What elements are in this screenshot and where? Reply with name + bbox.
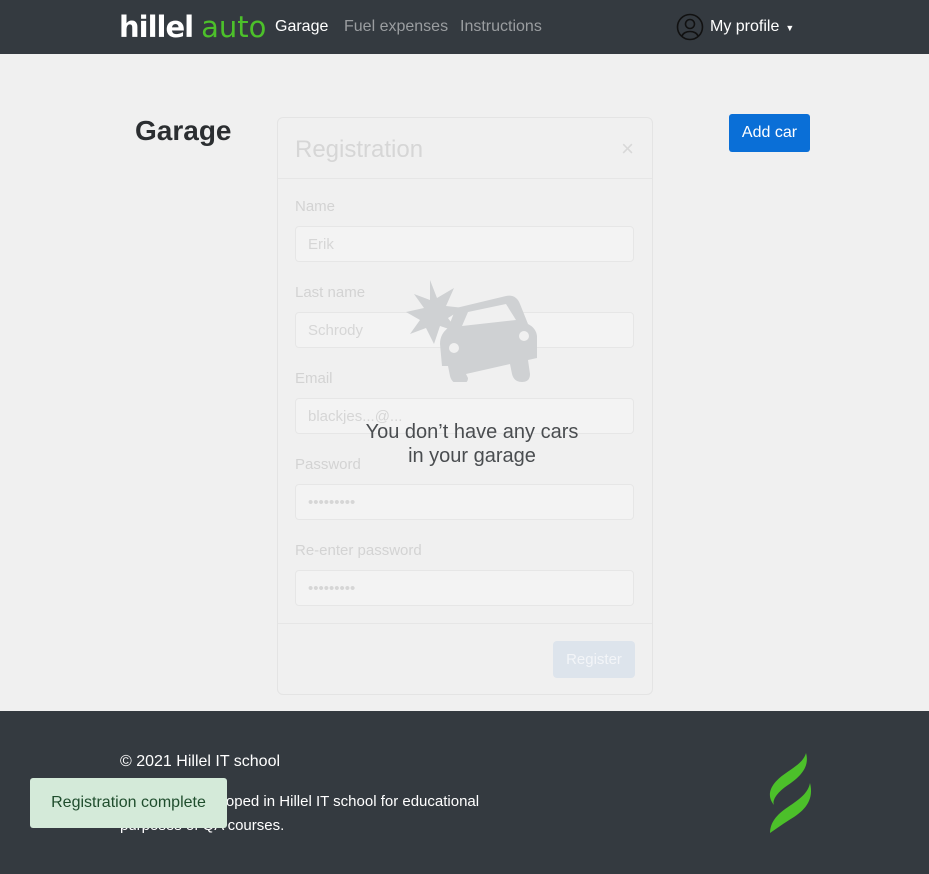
my-profile-dropdown[interactable]: My profile ▼: [676, 13, 794, 41]
reenter-password-field[interactable]: •••••••••: [295, 570, 634, 606]
empty-line-1: You don’t have any cars: [365, 421, 579, 443]
registration-complete-toast: Registration complete: [30, 778, 227, 828]
empty-garage-message: You don’t have any cars in your garage: [340, 278, 604, 468]
logo-auto-text: auto: [201, 10, 267, 44]
register-button[interactable]: Register: [553, 641, 635, 678]
name-label: Name: [295, 198, 336, 215]
hillel-auto-logo[interactable]: hillel auto: [119, 10, 266, 44]
caret-down-icon: ▼: [785, 23, 795, 33]
email-label: Email: [295, 370, 333, 387]
hillel-leaf-logo-icon: [769, 753, 812, 833]
empty-line-2: in your garage: [408, 445, 536, 467]
footer-copyright: © 2021 Hillel IT school: [120, 753, 281, 770]
car-crash-icon: [406, 280, 537, 382]
nav-link-instructions[interactable]: Instructions: [460, 18, 542, 36]
password-field[interactable]: •••••••••: [295, 484, 634, 520]
modal-header: Registration ×: [278, 118, 652, 179]
modal-title: Registration: [295, 136, 424, 163]
reenter-password-label: Re-enter password: [295, 542, 422, 559]
add-car-button[interactable]: Add car: [729, 114, 810, 152]
close-icon[interactable]: ×: [621, 136, 634, 162]
logo-hillel-text: hillel: [119, 10, 194, 44]
name-field[interactable]: Erik: [295, 226, 634, 262]
top-navbar: hillel auto Garage Fuel expenses Instruc…: [0, 0, 929, 54]
page-title: Garage: [135, 115, 232, 146]
my-profile-label: My profile: [710, 18, 780, 35]
modal-footer-divider: [278, 623, 652, 624]
user-avatar-icon: [676, 13, 704, 41]
nav-link-garage[interactable]: Garage: [275, 18, 328, 36]
nav-link-fuel-expenses[interactable]: Fuel expenses: [344, 18, 448, 36]
